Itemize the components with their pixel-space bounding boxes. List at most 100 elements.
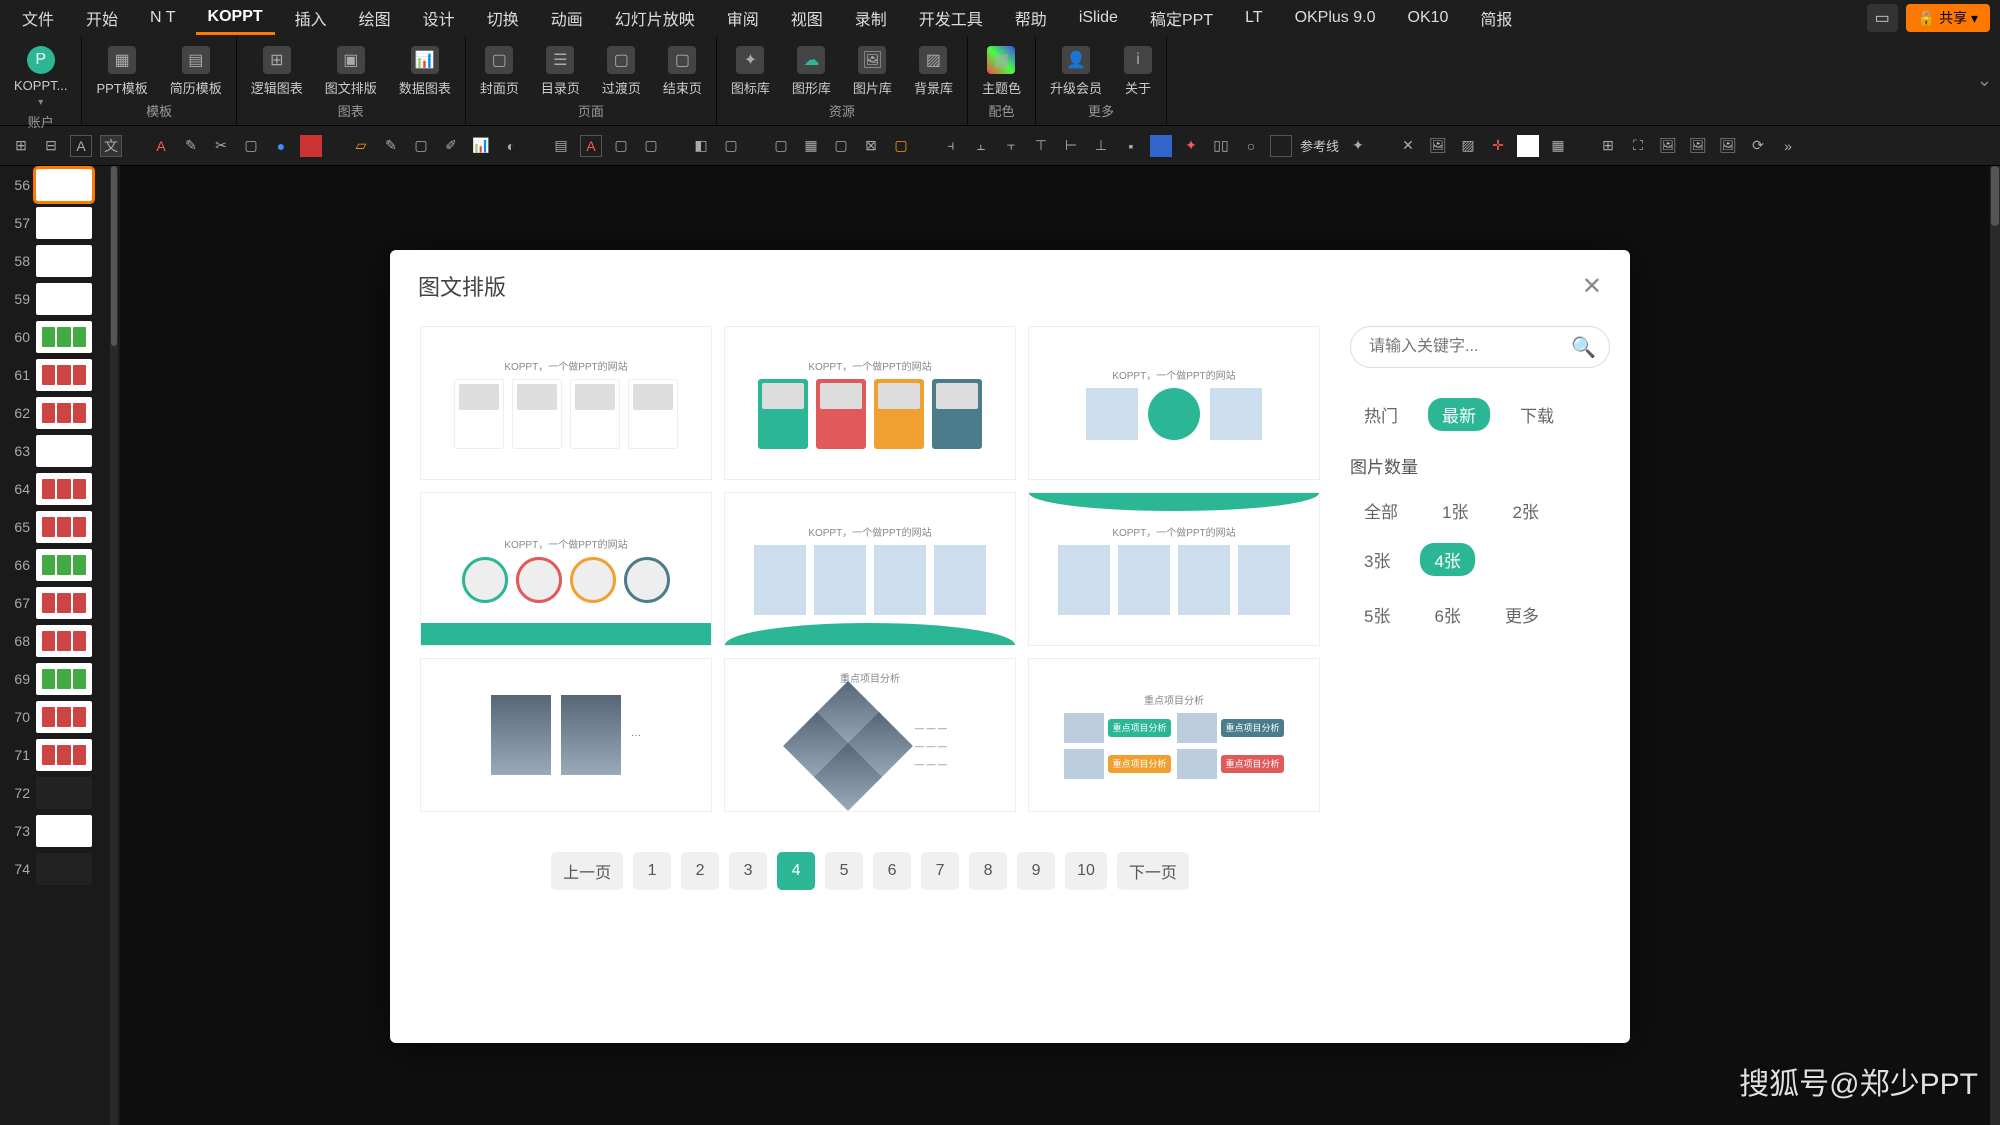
tool-icon[interactable]: ✛ [1487, 135, 1509, 157]
menu-gaodingppt[interactable]: 稿定PPT [1138, 0, 1225, 36]
template-item[interactable]: 重点项目分析— — —— — —— — — [724, 658, 1016, 812]
sort-hot[interactable]: 热门 [1350, 398, 1412, 431]
ribbon-collapse-button[interactable]: ⌄ [1969, 62, 2000, 99]
template-item[interactable]: 重点项目分析重点项目分析重点项目分析重点项目分析重点项目分析 [1028, 658, 1320, 812]
thumbnail-scrollbar[interactable] [110, 166, 118, 1125]
tool-icon[interactable]: ▢ [610, 135, 632, 157]
slide-thumbnail-57[interactable]: 57 [0, 204, 120, 242]
icon-library-button[interactable]: ✦图标库 [725, 44, 776, 99]
share-button[interactable]: 🔓 共享 ▾ [1906, 4, 1990, 32]
tool-icon[interactable]: ▢ [240, 135, 262, 157]
slide-thumbnail-56[interactable]: 56 [0, 166, 120, 204]
crop-icon[interactable]: ✂ [210, 135, 232, 157]
pager-page-10[interactable]: 10 [1065, 852, 1107, 890]
background-library-button[interactable]: ▨背景库 [908, 44, 959, 99]
pager-page-9[interactable]: 9 [1017, 852, 1055, 890]
sort-new[interactable]: 最新 [1428, 398, 1490, 431]
count-5[interactable]: 5张 [1350, 598, 1404, 631]
slide-thumbnail-65[interactable]: 65 [0, 508, 120, 546]
align-center-icon[interactable]: ⫠ [970, 135, 992, 157]
highlight-icon[interactable]: ▱ [350, 135, 372, 157]
tool-icon[interactable]: ◐ [500, 135, 522, 157]
about-button[interactable]: i关于 [1118, 44, 1158, 99]
tool-icon[interactable]: ▢ [720, 135, 742, 157]
pager-page-5[interactable]: 5 [825, 852, 863, 890]
tool-icon[interactable]: ○ [1240, 135, 1262, 157]
logic-chart-button[interactable]: ⊞逻辑图表 [245, 44, 309, 99]
image-tool-icon[interactable]: 🖼 [1687, 135, 1709, 157]
tool-icon[interactable]: ✕ [1397, 135, 1419, 157]
template-item[interactable]: KOPPT，一个做PPT的网站 [420, 326, 712, 480]
chart-icon[interactable]: 📊 [470, 135, 492, 157]
count-4[interactable]: 4张 [1420, 543, 1474, 576]
fill-color-icon[interactable] [300, 135, 322, 157]
tool-icon[interactable]: A [580, 135, 602, 157]
resume-templates-button[interactable]: ▤简历模板 [164, 44, 228, 99]
pager-page-3[interactable]: 3 [729, 852, 767, 890]
tool-icon[interactable]: ✦ [1347, 135, 1369, 157]
overflow-icon[interactable]: » [1777, 135, 1799, 157]
menu-file[interactable]: 文件 [10, 0, 66, 36]
menu-animations[interactable]: 动画 [539, 0, 595, 36]
slide-thumbnail-67[interactable]: 67 [0, 584, 120, 622]
menu-transitions[interactable]: 切换 [475, 0, 531, 36]
slide-thumbnails[interactable]: 56575859606162636465666768697071727374 [0, 166, 120, 1125]
cover-page-button[interactable]: ▢封面页 [474, 44, 525, 99]
pager-page-1[interactable]: 1 [633, 852, 671, 890]
guides-checkbox[interactable] [1270, 135, 1292, 157]
slide-thumbnail-66[interactable]: 66 [0, 546, 120, 584]
text-box-dark-icon[interactable]: 文 [100, 135, 122, 157]
pager-page-2[interactable]: 2 [681, 852, 719, 890]
slide-thumbnail-72[interactable]: 72 [0, 774, 120, 812]
template-item[interactable]: KOPPT，一个做PPT的网站 [420, 492, 712, 646]
template-item[interactable]: KOPPT，一个做PPT的网站 [724, 326, 1016, 480]
menu-okplus9[interactable]: OKPlus 9.0 [1283, 3, 1388, 33]
menu-lt[interactable]: LT [1233, 3, 1274, 33]
refresh-icon[interactable]: ⟳ [1747, 135, 1769, 157]
count-all[interactable]: 全部 [1350, 494, 1412, 527]
count-3[interactable]: 3张 [1350, 543, 1404, 576]
slide-thumbnail-71[interactable]: 71 [0, 736, 120, 774]
toc-page-button[interactable]: ☰目录页 [535, 44, 586, 99]
tool-icon[interactable]: ⛶ [1627, 135, 1649, 157]
tool-icon[interactable]: ✦ [1180, 135, 1202, 157]
tool-icon[interactable]: ▯▯ [1210, 135, 1232, 157]
count-more[interactable]: 更多 [1491, 598, 1553, 631]
image-layout-button[interactable]: ▣图文排版 [319, 44, 383, 99]
pen-icon[interactable]: ✎ [380, 135, 402, 157]
menu-ok10[interactable]: OK10 [1396, 3, 1461, 33]
text-box-icon[interactable]: A [70, 135, 92, 157]
menu-nt[interactable]: N T [138, 3, 187, 33]
tool-icon[interactable]: ▤ [550, 135, 572, 157]
upgrade-button[interactable]: 👤升级会员 [1044, 44, 1108, 99]
tool-icon[interactable]: ▢ [410, 135, 432, 157]
tool-icon[interactable]: ▢ [640, 135, 662, 157]
count-6[interactable]: 6张 [1420, 598, 1474, 631]
tool-icon[interactable] [1150, 135, 1172, 157]
tool-icon[interactable]: ▢ [770, 135, 792, 157]
pager-prev-button[interactable]: 上一页 [551, 852, 623, 890]
menu-review[interactable]: 审阅 [715, 0, 771, 36]
font-color-icon[interactable]: A [150, 135, 172, 157]
template-item[interactable]: KOPPT，一个做PPT的网站 [724, 492, 1016, 646]
template-item[interactable]: ··· [420, 658, 712, 812]
menu-draw[interactable]: 绘图 [347, 0, 403, 36]
slide-thumbnail-68[interactable]: 68 [0, 622, 120, 660]
menu-devtools[interactable]: 开发工具 [907, 0, 995, 36]
image-tool-icon[interactable]: 🖼 [1717, 135, 1739, 157]
end-page-button[interactable]: ▢结束页 [657, 44, 708, 99]
slide-thumbnail-74[interactable]: 74 [0, 850, 120, 888]
brush-icon[interactable]: ✐ [440, 135, 462, 157]
slide-thumbnail-60[interactable]: 60 [0, 318, 120, 356]
shape-library-button[interactable]: ☁图形库 [786, 44, 837, 99]
tool-icon[interactable] [1517, 135, 1539, 157]
slide-thumbnail-59[interactable]: 59 [0, 280, 120, 318]
menu-brief[interactable]: 简报 [1468, 0, 1524, 36]
ppt-templates-button[interactable]: ▦PPT模板 [90, 44, 153, 99]
tool-icon[interactable]: ⊞ [10, 135, 32, 157]
tool-icon[interactable]: ▢ [830, 135, 852, 157]
slide-thumbnail-61[interactable]: 61 [0, 356, 120, 394]
eyedropper-icon[interactable]: ✎ [180, 135, 202, 157]
menu-insert[interactable]: 插入 [283, 0, 339, 36]
slide-thumbnail-64[interactable]: 64 [0, 470, 120, 508]
